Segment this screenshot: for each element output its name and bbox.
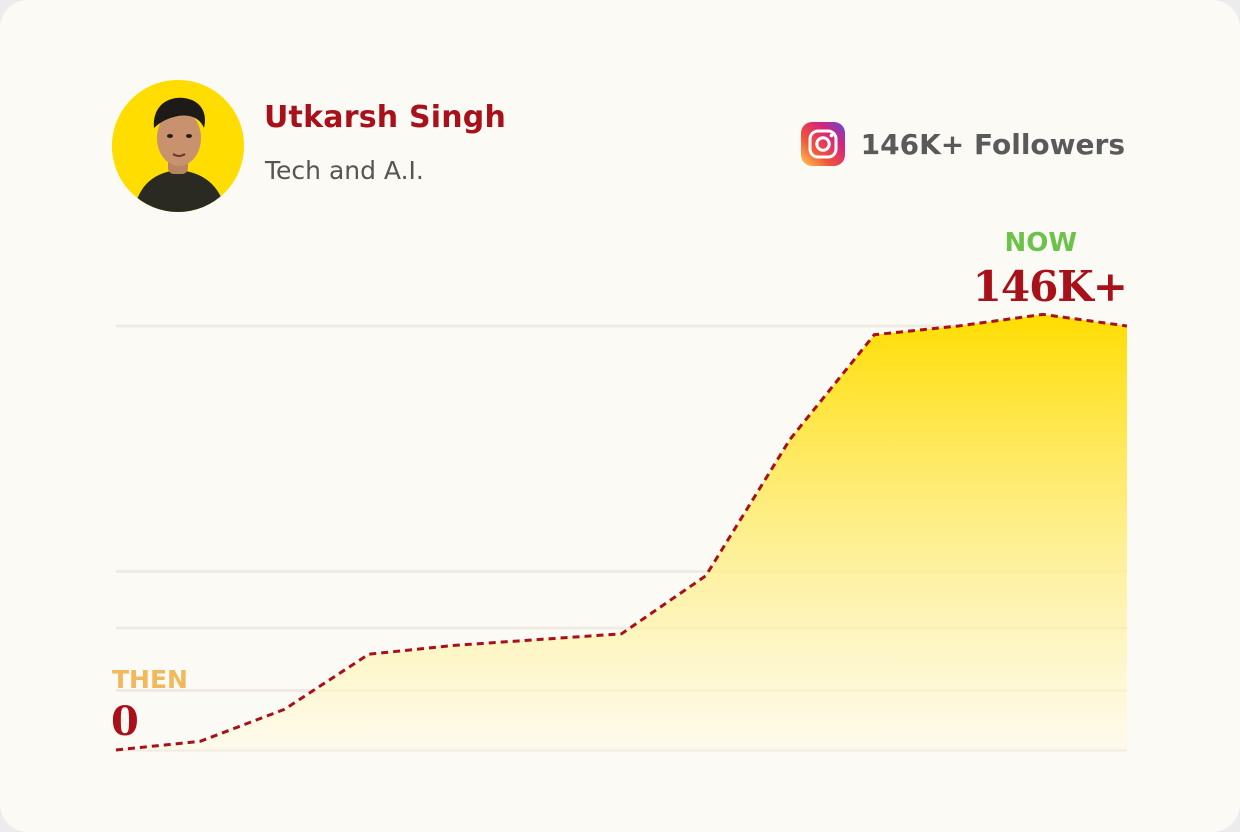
now-label: NOW [1004, 228, 1077, 258]
area-fill [116, 314, 1127, 750]
then-label: THEN [112, 665, 188, 694]
then-value: 0 [111, 698, 139, 745]
growth-area-chart [115, 312, 1128, 752]
follower-growth-card: Utkarsh Singh Tech and A.I. 146K+ Follow… [0, 0, 1240, 832]
now-value: 146K+ [972, 262, 1128, 311]
